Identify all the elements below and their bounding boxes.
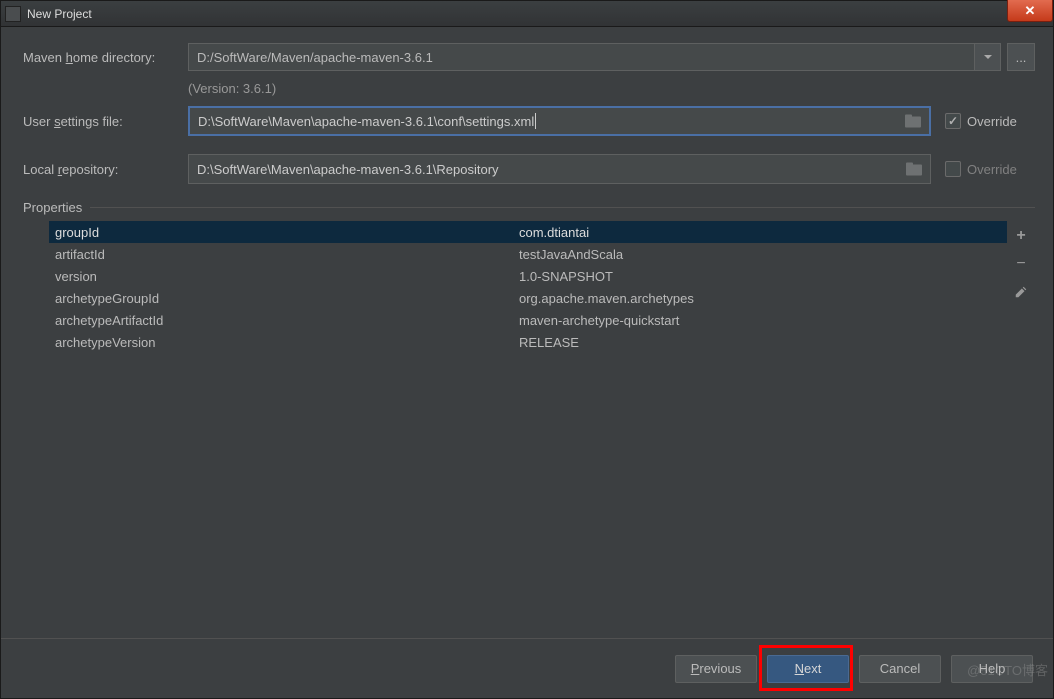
maven-home-row: Maven home directory: D:/SoftWare/Maven/… [23, 43, 1035, 71]
properties-separator: Properties [23, 200, 1035, 215]
cancel-button[interactable]: Cancel [859, 655, 941, 683]
titlebar[interactable]: New Project ✕ [1, 1, 1053, 27]
property-key: archetypeVersion [49, 335, 519, 350]
local-repo-override-label[interactable]: Override [967, 162, 1017, 177]
property-value: 1.0-SNAPSHOT [519, 269, 1007, 284]
folder-icon[interactable] [905, 115, 921, 128]
close-icon: ✕ [1025, 3, 1036, 19]
local-repo-override-checkbox[interactable] [945, 161, 961, 177]
local-repo-input[interactable]: D:\SoftWare\Maven\apache-maven-3.6.1\Rep… [188, 154, 931, 184]
property-key: archetypeArtifactId [49, 313, 519, 328]
property-value: com.dtiantai [519, 225, 1007, 240]
user-settings-value: D:\SoftWare\Maven\apache-maven-3.6.1\con… [198, 114, 534, 129]
close-button[interactable]: ✕ [1007, 0, 1053, 22]
user-settings-row: User settings file: D:\SoftWare\Maven\ap… [23, 106, 1035, 136]
property-key: artifactId [49, 247, 519, 262]
previous-button[interactable]: Previous [675, 655, 757, 683]
property-row[interactable]: archetypeVersionRELEASE [49, 331, 1007, 353]
property-key: archetypeGroupId [49, 291, 519, 306]
property-key: version [49, 269, 519, 284]
next-button[interactable]: Next [767, 655, 849, 683]
maven-home-browse-button[interactable]: ... [1007, 43, 1035, 71]
local-repo-field-wrap: D:\SoftWare\Maven\apache-maven-3.6.1\Rep… [188, 154, 931, 184]
separator-line [90, 207, 1035, 208]
maven-home-field-wrap: D:/SoftWare/Maven/apache-maven-3.6.1 ... [188, 43, 1035, 71]
dialog-content: Maven home directory: D:/SoftWare/Maven/… [1, 27, 1053, 638]
local-repo-value: D:\SoftWare\Maven\apache-maven-3.6.1\Rep… [197, 162, 499, 177]
property-row[interactable]: version1.0-SNAPSHOT [49, 265, 1007, 287]
properties-label: Properties [23, 200, 82, 215]
edit-property-button[interactable] [1012, 283, 1030, 301]
dialog-footer: Previous Next Cancel Help [1, 638, 1053, 698]
property-value: RELEASE [519, 335, 1007, 350]
property-key: groupId [49, 225, 519, 240]
dialog-window: New Project ✕ Maven home directory: D:/S… [0, 0, 1054, 699]
maven-home-combo[interactable]: D:/SoftWare/Maven/apache-maven-3.6.1 [188, 43, 975, 71]
remove-property-button[interactable] [1012, 255, 1030, 273]
properties-table[interactable]: groupIdcom.dtiantaiartifactIdtestJavaAnd… [49, 221, 1007, 481]
property-row[interactable]: groupIdcom.dtiantai [49, 221, 1007, 243]
window-title: New Project [27, 7, 92, 21]
property-value: maven-archetype-quickstart [519, 313, 1007, 328]
property-value: org.apache.maven.archetypes [519, 291, 1007, 306]
local-repo-label: Local repository: [23, 162, 188, 177]
properties-toolbar [1007, 221, 1035, 481]
user-settings-override-checkbox[interactable] [945, 113, 961, 129]
user-settings-input[interactable]: D:\SoftWare\Maven\apache-maven-3.6.1\con… [188, 106, 931, 136]
add-property-button[interactable] [1012, 227, 1030, 245]
local-repo-row: Local repository: D:\SoftWare\Maven\apac… [23, 154, 1035, 184]
watermark: @51CTO博客 [967, 660, 1048, 679]
maven-version-hint: (Version: 3.6.1) [188, 81, 1035, 96]
property-value: testJavaAndScala [519, 247, 1007, 262]
property-row[interactable]: archetypeGroupIdorg.apache.maven.archety… [49, 287, 1007, 309]
folder-icon[interactable] [906, 163, 922, 176]
pencil-icon [1014, 285, 1028, 299]
maven-home-label: Maven home directory: [23, 50, 188, 65]
local-repo-override-wrap: Override [945, 161, 1035, 177]
text-cursor [535, 113, 536, 129]
maven-home-dropdown-button[interactable] [975, 43, 1001, 71]
maven-home-value: D:/SoftWare/Maven/apache-maven-3.6.1 [197, 50, 433, 65]
property-row[interactable]: artifactIdtestJavaAndScala [49, 243, 1007, 265]
app-icon [5, 6, 21, 22]
user-settings-override-label[interactable]: Override [967, 114, 1017, 129]
user-settings-label: User settings file: [23, 114, 188, 129]
chevron-down-icon [984, 55, 992, 59]
user-settings-override-wrap: Override [945, 113, 1035, 129]
properties-panel: groupIdcom.dtiantaiartifactIdtestJavaAnd… [49, 221, 1035, 481]
user-settings-field-wrap: D:\SoftWare\Maven\apache-maven-3.6.1\con… [188, 106, 931, 136]
property-row[interactable]: archetypeArtifactIdmaven-archetype-quick… [49, 309, 1007, 331]
